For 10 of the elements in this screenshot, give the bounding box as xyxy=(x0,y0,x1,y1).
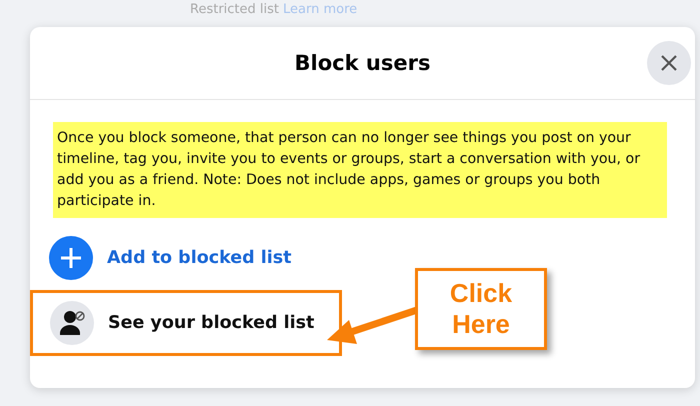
close-icon xyxy=(659,53,679,73)
plus-icon xyxy=(49,236,93,280)
note-text: Once you block someone, that person can no longer see things you post on your timeline, tag you, invite you to events or groups, start a conversation with you, or add you as a friend. Note: Does not include apps, games or groups you both participate in. xyxy=(53,122,667,218)
highlighted-action[interactable]: See your blocked list xyxy=(30,290,342,356)
dialog-title: Block users xyxy=(294,51,430,75)
blocked-user-icon xyxy=(50,301,94,345)
close-button[interactable] xyxy=(647,41,691,85)
callout-label: Click Here xyxy=(415,268,547,350)
background-text: Restricted list xyxy=(190,2,279,19)
action-item[interactable]: Add to blocked list xyxy=(30,226,342,290)
